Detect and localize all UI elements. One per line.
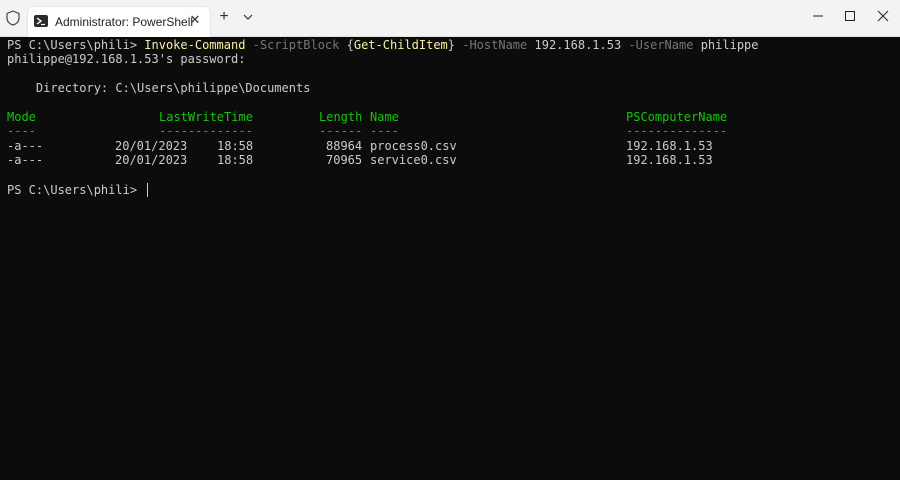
- row-computer: 192.168.1.53: [626, 153, 713, 167]
- terminal-output[interactable]: PS C:\Users\phili> Invoke-Command -Scrip…: [7, 37, 893, 473]
- tab-title: Administrator: PowerShell: [55, 15, 194, 29]
- row-time: 18:58: [217, 153, 254, 167]
- underline-lastwritetime: -------------: [159, 124, 253, 138]
- header-length: Length: [319, 110, 363, 124]
- header-name: Name: [370, 110, 399, 124]
- tab-powershell[interactable]: Administrator: PowerShell ✕: [27, 6, 211, 37]
- directory-line: Directory: C:\Users\philippe\Documents: [7, 81, 311, 95]
- chevron-down-icon[interactable]: [240, 9, 256, 25]
- row-name: service0.csv: [370, 153, 457, 167]
- text-cursor: [147, 183, 149, 197]
- row-date: 20/01/2023: [115, 139, 188, 153]
- param-scriptblock: -ScriptBlock: [252, 38, 340, 52]
- row-length: 88964: [326, 139, 363, 153]
- row-date: 20/01/2023: [115, 153, 188, 167]
- row-computer: 192.168.1.53: [626, 139, 713, 153]
- maximize-icon[interactable]: [840, 8, 860, 24]
- underline-name: ----: [370, 124, 399, 138]
- username-value: philippe: [700, 38, 759, 52]
- command-line: PS C:\Users\phili> Invoke-Command -Scrip…: [7, 38, 759, 52]
- powershell-icon: [34, 15, 48, 27]
- shield-icon: [6, 10, 20, 26]
- title-bar: Administrator: PowerShell ✕ +: [0, 0, 900, 37]
- inner-cmdlet: Get-ChildItem: [353, 38, 448, 52]
- row-time: 18:58: [217, 139, 254, 153]
- underline-mode: ----: [7, 124, 36, 138]
- close-window-icon[interactable]: [873, 8, 893, 24]
- row-name: process0.csv: [370, 139, 457, 153]
- header-mode: Mode: [7, 110, 36, 124]
- underline-pscomputername: --------------: [626, 124, 728, 138]
- hostname-value: 192.168.1.53: [534, 38, 622, 52]
- password-prompt: philippe@192.168.1.53's password:: [7, 52, 246, 66]
- minimize-icon[interactable]: [808, 8, 828, 24]
- prompt: PS C:\Users\phili>: [7, 183, 145, 197]
- underline-length: ------: [319, 124, 363, 138]
- close-icon[interactable]: ✕: [188, 13, 202, 27]
- row-mode: -a---: [7, 139, 44, 153]
- header-lastwritetime: LastWriteTime: [159, 110, 253, 124]
- plus-icon[interactable]: +: [216, 9, 232, 25]
- brace-open: {: [346, 38, 354, 52]
- prompt: PS C:\Users\phili>: [7, 38, 145, 52]
- row-mode: -a---: [7, 153, 44, 167]
- param-hostname: -HostName: [462, 38, 528, 52]
- cmdlet: Invoke-Command: [144, 38, 246, 52]
- active-prompt-line[interactable]: PS C:\Users\phili>: [7, 183, 149, 197]
- brace-close: }: [447, 38, 455, 52]
- param-username: -UserName: [628, 38, 694, 52]
- row-length: 70965: [326, 153, 363, 167]
- header-pscomputername: PSComputerName: [626, 110, 728, 124]
